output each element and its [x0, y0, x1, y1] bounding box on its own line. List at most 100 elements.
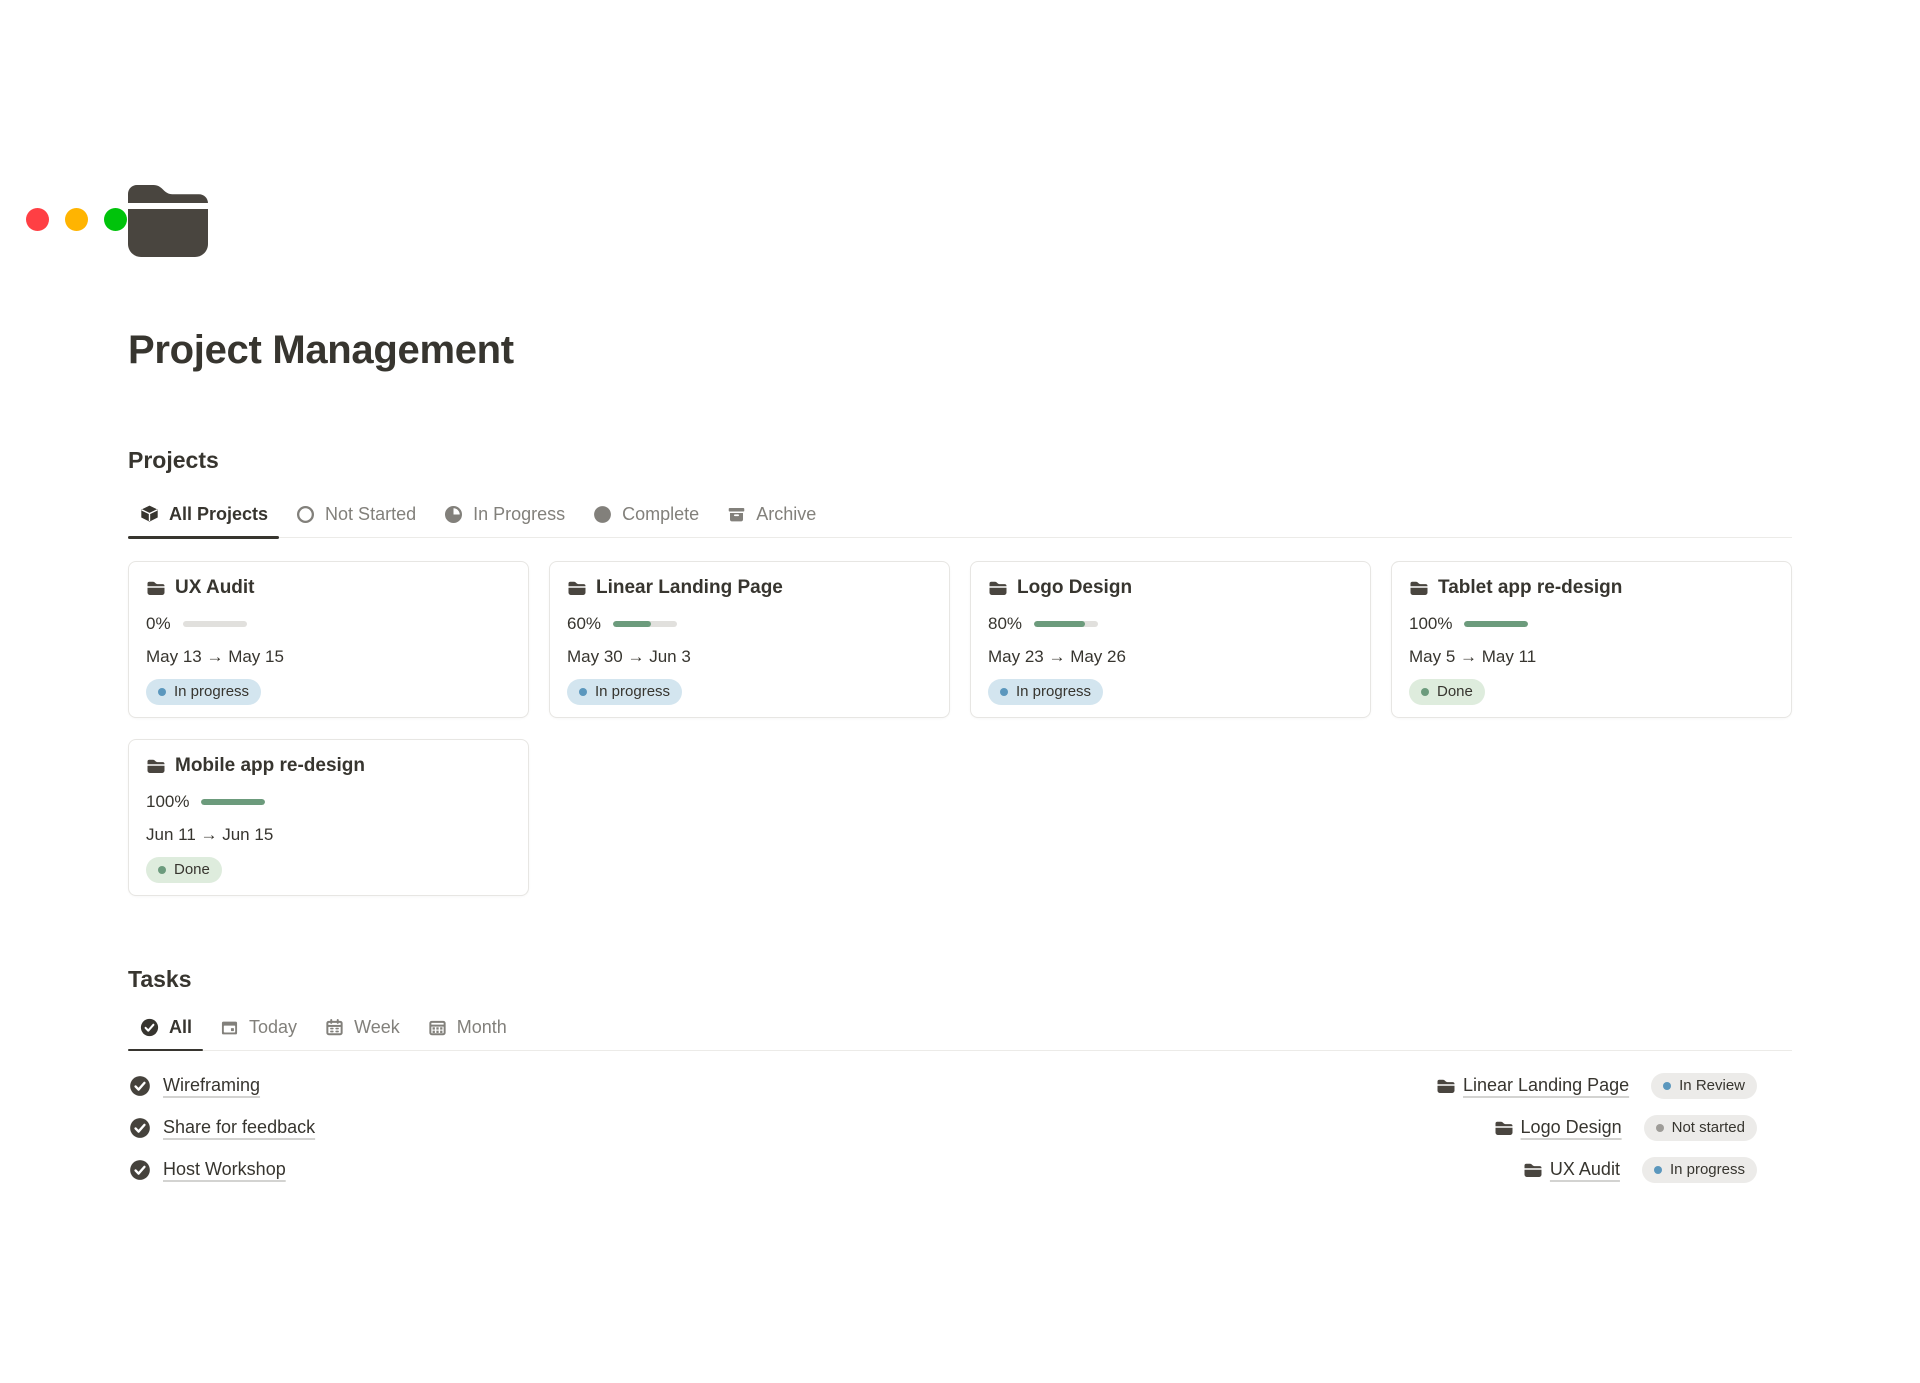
status-label: In progress — [1669, 1160, 1745, 1178]
progress-bar-fill — [1034, 621, 1086, 628]
progress-percent: 60% — [567, 614, 602, 634]
progress-percent: 100% — [1409, 614, 1453, 634]
folder-icon — [1494, 1118, 1514, 1138]
project-card-logo-design[interactable]: Logo Design 80% May 23 → May 26 In progress — [970, 561, 1371, 719]
status-label: In progress — [174, 683, 250, 701]
tab-label: All Projects — [169, 504, 269, 525]
folder-icon — [146, 578, 166, 598]
projects-tab-archive[interactable]: Archive — [715, 504, 827, 537]
project-card-mobile-app-re-design[interactable]: Mobile app re-design 100% Jun 11 → Jun 15 D… — [128, 739, 529, 897]
status-dot-icon — [158, 688, 166, 697]
project-dates: May 30 → Jun 3 — [567, 647, 691, 667]
tab-label: All — [169, 1016, 193, 1037]
minimize-window-button[interactable] — [65, 208, 88, 231]
progress-bar-fill — [201, 799, 266, 806]
status-label: In progress — [1016, 683, 1092, 701]
status-dot-icon — [1000, 688, 1008, 697]
tasks-tab-today[interactable]: Today — [208, 1017, 308, 1050]
status-badge: Done — [146, 857, 222, 884]
project-link[interactable]: Linear Landing Page — [1463, 1075, 1629, 1096]
project-card-linear-landing-page[interactable]: Linear Landing Page 60% May 30 → Jun 3 In p… — [549, 561, 950, 719]
task-check-icon[interactable] — [128, 1158, 152, 1182]
tasks-tab-week[interactable]: Week — [313, 1017, 411, 1050]
tab-label: Archive — [756, 504, 817, 525]
project-dates: May 5 → May 11 — [1409, 647, 1537, 667]
folder-icon — [146, 756, 166, 776]
project-card-title: Logo Design — [988, 577, 1353, 599]
calendar-today-icon — [219, 1017, 240, 1038]
project-dates: May 23 → May 26 — [988, 647, 1126, 667]
circle-progress-icon — [443, 504, 464, 525]
window-controls — [26, 208, 127, 231]
projects-tab-in-progress[interactable]: In Progress — [432, 504, 576, 537]
status-badge: Done — [1409, 679, 1485, 706]
status-dot-icon — [1663, 1081, 1672, 1090]
progress-row: 100% — [1409, 614, 1774, 634]
task-list: Wireframing Linear Landing Page In Review S… — [128, 1065, 1792, 1191]
project-card-tablet-app-re-design[interactable]: Tablet app re-design 100% May 5 → May 11 Do… — [1391, 561, 1792, 719]
page: Project Management Projects All Projects… — [0, 183, 1920, 1191]
tasks-section: Tasks All Today Week Month Wireframing Linea… — [128, 966, 1792, 1190]
task-check-icon[interactable] — [128, 1074, 152, 1098]
progress-bar-fill — [1464, 621, 1529, 628]
status-label: Done — [174, 861, 210, 879]
progress-row: 80% — [988, 614, 1353, 634]
check-circle-icon — [139, 1017, 160, 1038]
projects-tab-complete[interactable]: Complete — [581, 504, 710, 537]
tab-label: In Progress — [473, 504, 566, 525]
project-card-title: Linear Landing Page — [567, 577, 932, 599]
folder-icon — [1523, 1160, 1543, 1180]
status-dot-icon — [579, 688, 587, 697]
tab-label: Month — [456, 1016, 507, 1037]
tab-label: Not Started — [325, 504, 417, 525]
box-icon — [139, 504, 160, 525]
folder-icon — [567, 578, 587, 598]
projects-tab-not-started[interactable]: Not Started — [284, 504, 427, 537]
status-label: In progress — [595, 683, 671, 701]
page-folder-icon[interactable] — [128, 183, 208, 257]
status-dot-icon — [1653, 1165, 1662, 1174]
progress-bar — [1034, 621, 1099, 628]
progress-row: 0% — [146, 614, 511, 634]
progress-percent: 0% — [146, 614, 171, 634]
tasks-tab-month[interactable]: Month — [416, 1017, 518, 1050]
progress-row: 60% — [567, 614, 932, 634]
status-badge: In progress — [146, 679, 262, 706]
folder-icon — [1436, 1076, 1456, 1096]
project-name: Logo Design — [1017, 577, 1133, 599]
task-link[interactable]: Host Workshop — [163, 1159, 286, 1180]
close-window-button[interactable] — [26, 208, 49, 231]
status-dot-icon — [1421, 688, 1429, 697]
tasks-heading: Tasks — [128, 966, 192, 993]
project-dates: Jun 11 → Jun 15 — [146, 825, 274, 845]
status-badge: In progress — [567, 679, 683, 706]
progress-bar — [182, 621, 247, 628]
tasks-tab-all[interactable]: All — [128, 1016, 204, 1052]
task-row-meta: UX Audit In progress — [1523, 1156, 1757, 1183]
project-card-ux-audit[interactable]: UX Audit 0% May 13 → May 15 In progress — [128, 561, 529, 719]
task-row-meta: Logo Design Not started — [1494, 1114, 1757, 1141]
folder-icon — [988, 578, 1008, 598]
task-link[interactable]: Wireframing — [163, 1075, 260, 1096]
progress-bar — [1464, 621, 1529, 628]
status-badge: In progress — [988, 679, 1104, 706]
projects-tab-all-projects[interactable]: All Projects — [128, 504, 280, 539]
task-row-wireframing: Wireframing Linear Landing Page In Review — [128, 1065, 1792, 1107]
progress-bar-fill — [613, 621, 652, 628]
task-link[interactable]: Share for feedback — [163, 1117, 315, 1138]
project-card-title: Mobile app re-design — [146, 755, 511, 777]
project-link[interactable]: UX Audit — [1550, 1159, 1620, 1180]
calendar-week-icon — [324, 1017, 345, 1038]
project-card-title: Tablet app re-design — [1409, 577, 1774, 599]
project-link[interactable]: Logo Design — [1521, 1117, 1622, 1138]
task-row-meta: Linear Landing Page In Review — [1436, 1072, 1757, 1099]
projects-tabs: All Projects Not Started In Progress Comple… — [128, 504, 1792, 539]
zoom-window-button[interactable] — [104, 208, 127, 231]
projects-section: Projects All Projects Not Started In Progr… — [128, 447, 1792, 897]
task-check-icon[interactable] — [128, 1116, 152, 1140]
project-name: UX Audit — [175, 577, 255, 599]
tab-label: Today — [249, 1016, 298, 1037]
task-row-host-workshop: Host Workshop UX Audit In progress — [128, 1149, 1792, 1191]
page-title[interactable]: Project Management — [128, 327, 1792, 373]
project-name: Mobile app re-design — [175, 755, 366, 777]
